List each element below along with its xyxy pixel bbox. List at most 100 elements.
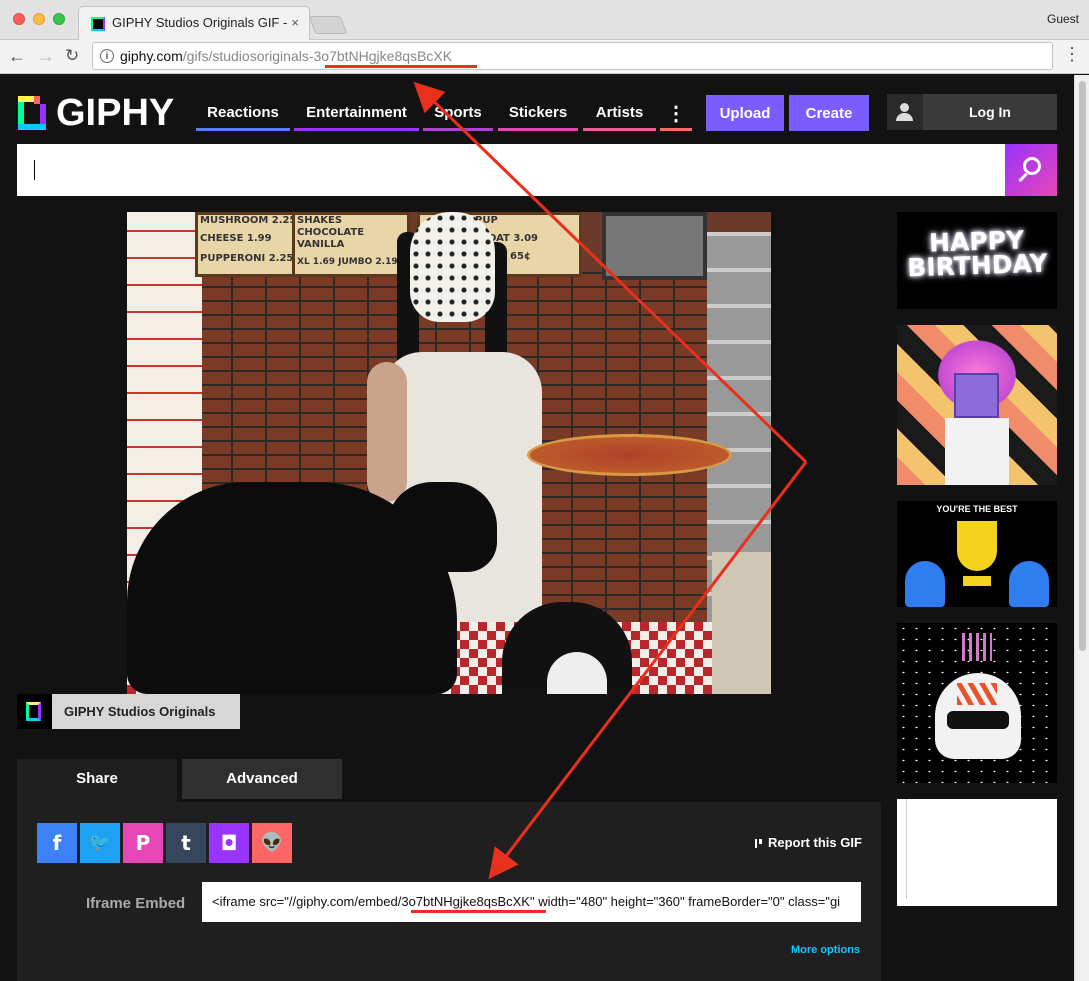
pizza [527,434,732,476]
nav-reactions[interactable]: Reactions [196,99,290,131]
tumblr-share-button[interactable]: t [166,823,206,863]
facebook-share-button[interactable]: f [37,823,77,863]
tab-advanced[interactable]: Advanced [182,759,342,799]
logo-text: GIPHY [56,92,175,134]
nav-label: Entertainment [306,104,407,121]
search-bar[interactable] [17,144,1006,196]
nav-stickers[interactable]: Stickers [498,99,578,131]
candles-graphic [962,633,992,661]
back-arrow-icon[interactable]: ← [8,46,26,67]
report-gif-link[interactable]: Report this GIF [755,835,862,850]
sidebar-gif-stormtrooper[interactable] [897,623,1057,783]
nav-underline [423,128,493,131]
more-options-link[interactable]: More options [791,944,860,956]
browser-menu-icon[interactable]: ⋮ [1063,45,1081,63]
nav-label: Reactions [207,104,279,121]
nav-underline [660,128,692,131]
browser-toolbar: ← → ↻ i giphy.com/gifs/studiosoriginals-… [0,40,1089,74]
webby-trophy-graphic [945,418,1009,485]
black-dog-head [387,482,497,572]
site-info-icon[interactable]: i [100,49,114,63]
menu-text: 65¢ [510,251,531,262]
ballot-box-graphic [954,373,999,418]
guest-profile-label[interactable]: Guest [1047,12,1079,26]
create-button[interactable]: Create [789,95,869,131]
close-window-button[interactable] [13,13,25,25]
url-text[interactable]: giphy.com/gifs/studiosoriginals-3o7btNHg… [120,48,452,64]
user-icon [887,94,923,130]
nav-more-icon[interactable]: ⋮ [660,99,692,131]
trophy-graphic [957,521,997,571]
giphy-page: GIPHY Reactions Entertainment Sports Sti… [0,75,1074,981]
attribution-name[interactable]: GIPHY Studios Originals [52,694,240,729]
maximize-window-button[interactable] [53,13,65,25]
twitter-share-button[interactable]: 🐦 [80,823,120,863]
instagram-share-button[interactable]: ◘ [209,823,249,863]
url-domain: giphy.com [120,48,183,64]
clapping-hand-graphic [905,561,945,607]
sidebar-gif-happy-birthday[interactable]: HAPPY BIRTHDAY [897,212,1057,309]
sidebar-gif-youre-the-best[interactable]: YOU'RE THE BEST [897,501,1057,607]
helmet-visor-graphic [947,711,1009,729]
claw-mark-graphic [957,683,997,705]
browser-tab[interactable]: GIPHY Studios Originals GIF - × [78,6,310,41]
nav-entertainment[interactable]: Entertainment [294,99,419,131]
scrollbar-thumb[interactable] [1079,81,1086,651]
main-gif[interactable]: MUSHROOM 2.25 CHEESE 1.99 PUPPERONI 2.25… [127,212,771,694]
url-path: /gifs/studiosoriginals-3o7btNHgjke8qsBcX… [182,48,453,64]
sidebar-gif-text: YOU'RE THE BEST [936,504,1018,514]
facebook-icon: f [52,831,62,855]
pinterest-icon: P [135,831,151,855]
menu-text: MUSHROOM 2.25 [200,215,297,226]
avatar[interactable] [17,694,52,729]
tab-title: GIPHY Studios Originals GIF - [112,15,287,30]
instagram-icon: ◘ [220,831,238,855]
nav-label: Sports [434,104,482,121]
nav-underline [498,128,578,131]
reddit-share-button[interactable]: 👽 [252,823,292,863]
sidebar-gif-loading[interactable] [897,799,1057,906]
share-panel: f 🐦 P t ◘ 👽 Report this GIF Iframe Embed… [17,802,881,981]
tab-close-icon[interactable]: × [291,15,299,30]
nav-underline [196,128,290,131]
login-button[interactable]: Log In [887,94,1057,130]
sidebar-gif-webby[interactable] [897,325,1057,485]
iframe-embed-label: Iframe Embed [86,895,186,912]
menu-text: SHAKES [297,215,343,226]
person-arm [367,362,407,502]
divider [906,799,907,899]
framed-picture [602,212,707,280]
sidebar-gif-text: HAPPY BIRTHDAY [906,225,1049,283]
tab-share[interactable]: Share [17,759,177,802]
clapping-hand-graphic [1009,561,1049,607]
giphy-logo-mark-icon [18,96,46,130]
flag-icon [755,839,762,848]
page-scrollbar[interactable] [1074,75,1089,981]
trophy-base [963,576,991,586]
upload-button[interactable]: Upload [706,95,784,131]
nav-underline [294,128,419,131]
giphy-favicon-icon [91,17,105,31]
menu-board-middle: SHAKES CHOCOLATE VANILLA XL 1.69 JUMBO 2… [292,212,410,277]
embed-id-annotation-underline [411,910,546,913]
text-caret [34,160,35,180]
nav-sports[interactable]: Sports [423,99,493,131]
search-input[interactable] [17,144,1006,196]
forward-arrow-icon[interactable]: → [37,46,55,67]
menu-text: XL 1.69 JUMBO 2.19 [297,257,398,267]
address-bar[interactable]: i giphy.com/gifs/studiosoriginals-3o7btN… [92,42,1053,70]
nav-label: Stickers [508,104,568,121]
twitter-icon: 🐦 [88,832,112,853]
search-button[interactable] [1005,144,1057,196]
minimize-window-button[interactable] [33,13,45,25]
menu-text: CHEESE 1.99 [200,233,272,244]
url-id-annotation-underline [325,65,477,68]
login-label: Log In [969,104,1011,120]
new-tab-button[interactable] [308,16,348,34]
reload-icon[interactable]: ↻ [65,46,79,66]
pinterest-share-button[interactable]: P [123,823,163,863]
nav-artists[interactable]: Artists [583,99,656,131]
menu-text: PUPPERONI 2.25 [200,253,294,264]
iframe-embed-field[interactable]: <iframe src="//giphy.com/embed/3o7btNHgj… [202,882,861,922]
more-glyph: ⋮ [666,103,686,125]
